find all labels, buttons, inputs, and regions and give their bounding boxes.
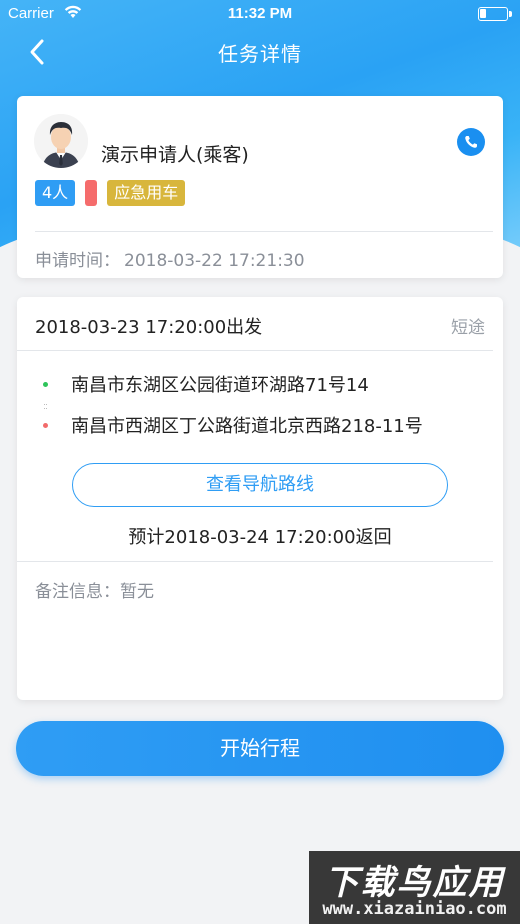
remark-value: 暂无 xyxy=(120,582,154,602)
applicant-tags: 4人 应急用车 xyxy=(35,180,186,206)
start-dot-icon xyxy=(43,382,48,387)
route-connector xyxy=(44,404,47,409)
passenger-count-badge: 4人 xyxy=(35,180,76,206)
divider xyxy=(17,350,493,351)
start-address-row: 南昌市东湖区公园街道环湖路71号14 xyxy=(17,371,503,397)
apply-time: 申请时间： 2018-03-22 17:21:30 xyxy=(35,246,305,271)
divider xyxy=(35,231,493,232)
view-navigation-route-button[interactable]: 查看导航路线 xyxy=(72,463,448,507)
return-time: 预计2018-03-24 17:20:00返回 xyxy=(128,527,392,548)
applicant-card: 演示申请人(乘客) 4人 应急用车 申请时间： 2018-03-22 17:21:… xyxy=(17,96,503,278)
remark: 备注信息：暂无 xyxy=(35,577,154,602)
apply-time-value: 2018-03-22 17:21:30 xyxy=(124,251,305,271)
urgent-badge: 应急用车 xyxy=(107,180,186,206)
watermark-url: www.xiazainiao.com xyxy=(322,899,507,919)
watermark-logo: 下载鸟应用 www.xiazainiao.com xyxy=(309,851,520,924)
watermark-title: 下载鸟应用 xyxy=(324,863,505,903)
end-address: 南昌市西湖区丁公路街道北京西路218-11号 xyxy=(71,416,423,437)
status-time: 11:32 PM xyxy=(227,5,293,22)
battery-icon xyxy=(478,7,512,21)
user-avatar-icon xyxy=(34,114,88,168)
navigation-bar: 任务详情 xyxy=(0,28,520,76)
start-address: 南昌市东湖区公园街道环湖路71号14 xyxy=(71,375,369,396)
phone-icon xyxy=(465,136,477,148)
trip-type-label: 短途 xyxy=(451,318,485,338)
trip-card: 2018-03-23 17:20:00出发 短途 南昌市东湖区公园街道环湖路71… xyxy=(17,297,503,700)
page-title: 任务详情 xyxy=(218,42,302,66)
applicant-name: 演示申请人(乘客) xyxy=(101,144,249,166)
status-bar: Carrier 11:32 PM xyxy=(0,0,520,28)
remark-label: 备注信息： xyxy=(35,582,120,602)
divider xyxy=(17,561,493,562)
apply-time-label: 申请时间： xyxy=(35,251,120,271)
status-color-badge xyxy=(85,180,98,206)
depart-time: 2018-03-23 17:20:00出发 xyxy=(35,317,263,338)
end-address-row: 南昌市西湖区丁公路街道北京西路218-11号 xyxy=(17,412,503,438)
end-dot-icon xyxy=(43,423,48,428)
avatar xyxy=(34,114,88,168)
call-button[interactable] xyxy=(457,128,485,156)
start-trip-button[interactable]: 开始行程 xyxy=(16,721,504,776)
